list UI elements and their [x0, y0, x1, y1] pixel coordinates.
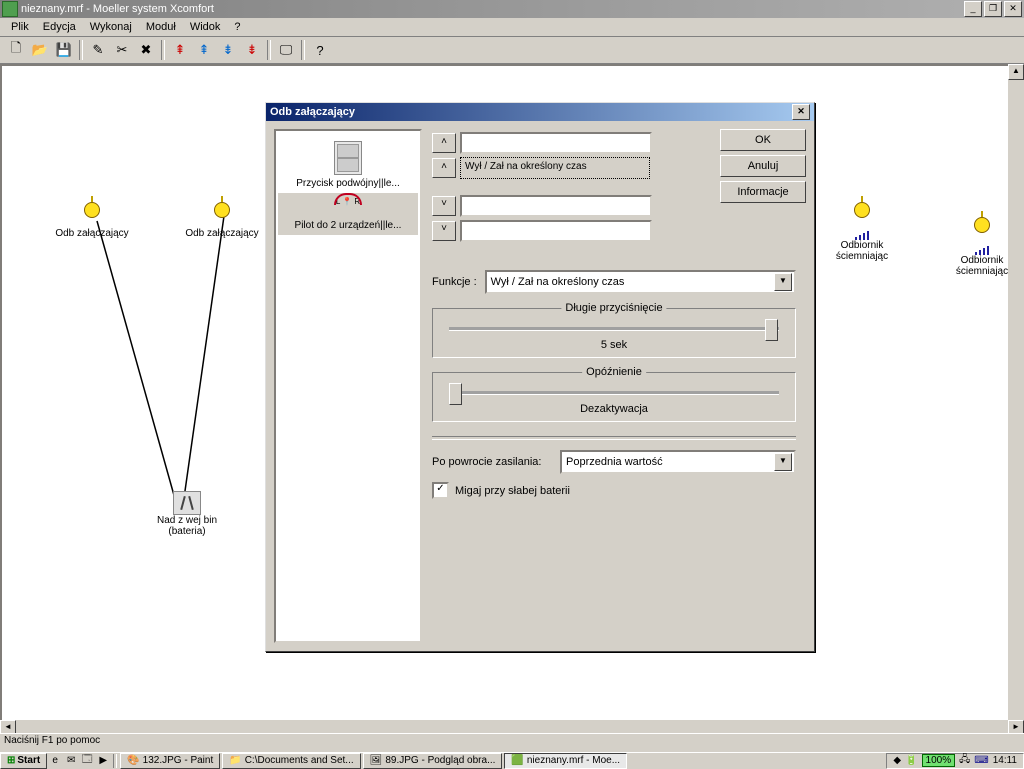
list-item-rocker-label: Przycisk podwójny||le...: [280, 178, 416, 189]
ql-mail-icon[interactable]: ✉: [64, 754, 78, 768]
ok-button[interactable]: OK: [720, 129, 806, 151]
vertical-scrollbar[interactable]: ▲ ▼: [1008, 64, 1024, 736]
delay-slider[interactable]: [449, 391, 779, 395]
device-odb2[interactable]: Odb załączający: [182, 196, 262, 239]
power-return-value: Poprzednia wartość: [566, 456, 663, 468]
menu-view[interactable]: Widok: [183, 19, 228, 35]
task-paint[interactable]: 🎨 132.JPG - Paint: [120, 753, 220, 769]
dialog-odb: Odb załączający ✕ Przycisk podwójny||le.…: [265, 102, 815, 652]
device-odb1[interactable]: Odb załączający: [52, 196, 132, 239]
system-tray: ◆ 🔋 100% 🖧 ⌨ 14:11: [886, 753, 1024, 769]
edit-icon[interactable]: ✎: [87, 39, 109, 61]
menubar: Plik Edycja Wykonaj Moduł Widok ?: [0, 18, 1024, 37]
taskbar: ⊞Start e ✉ 🗔 ▶ 🎨 132.JPG - Paint 📁 C:\Do…: [0, 752, 1024, 768]
device-dim1-label: Odbiornik ściemniając: [822, 240, 902, 262]
menu-module[interactable]: Moduł: [139, 19, 183, 35]
menu-execute[interactable]: Wykonaj: [83, 19, 139, 35]
task-xcomfort[interactable]: 🟩 nieznany.mrf - Moe...: [504, 753, 627, 769]
tray-icon[interactable]: 🔋: [905, 755, 917, 766]
help-icon[interactable]: ?: [309, 39, 331, 61]
power-return-label: Po powrocie zasilania:: [432, 456, 552, 468]
slot4-field[interactable]: [460, 220, 652, 242]
device-odb1-label: Odb załączający: [52, 228, 132, 239]
list-item-rocker[interactable]: Przycisk podwójny||le...: [278, 137, 418, 193]
rf-recv-icon[interactable]: ⇟: [241, 39, 263, 61]
ql-desktop-icon[interactable]: 🗔: [80, 754, 94, 768]
delay-value: Dezaktywacja: [445, 403, 783, 415]
tray-icon[interactable]: 🖧: [959, 752, 970, 769]
save-icon[interactable]: 💾: [53, 39, 75, 61]
cancel-button[interactable]: Anuluj: [720, 155, 806, 177]
slot4-down-icon[interactable]: ˅: [432, 221, 456, 241]
long-press-slider[interactable]: [449, 327, 779, 331]
rocker-icon: [334, 141, 362, 175]
slider-thumb[interactable]: [449, 383, 462, 405]
chevron-down-icon[interactable]: ▼: [774, 273, 792, 291]
scroll-up-icon[interactable]: ▲: [1008, 64, 1024, 80]
new-icon[interactable]: 🗋: [5, 39, 27, 61]
menu-file[interactable]: Plik: [4, 19, 36, 35]
status-text: Naciśnij F1 po pomoc: [4, 735, 100, 746]
slot3-field[interactable]: [460, 195, 652, 217]
close-button[interactable]: ✕: [1004, 1, 1022, 17]
chevron-down-icon[interactable]: ▼: [774, 453, 792, 471]
rf-send-icon[interactable]: ⇟: [217, 39, 239, 61]
device-nadz-label: Nad z wej bin (bateria): [147, 515, 227, 537]
functions-label: Funkcje :: [432, 276, 477, 288]
minimize-button[interactable]: _: [964, 1, 982, 17]
menu-edit[interactable]: Edycja: [36, 19, 83, 35]
menu-help[interactable]: ?: [227, 19, 247, 35]
open-icon[interactable]: 📂: [29, 39, 51, 61]
clock[interactable]: 14:11: [993, 755, 1017, 766]
device-dim1[interactable]: Odbiornik ściemniając: [822, 196, 902, 262]
dialog-close-button[interactable]: ✕: [792, 104, 810, 120]
slot1-field[interactable]: [460, 132, 652, 154]
functions-value: Wył / Zał na określony czas: [491, 276, 625, 288]
tray-icon[interactable]: ◆: [893, 755, 901, 766]
slot1-up-icon[interactable]: ˄: [432, 133, 456, 153]
monitor-icon[interactable]: 🖵: [275, 39, 297, 61]
toolbar: 🗋 📂 💾 ✎ ✂ ✖ ⇞ ⇞ ⇟ ⇟ 🖵 ?: [0, 37, 1024, 64]
list-item-remote[interactable]: L 📍 R Pilot do 2 urządzeń||le...: [278, 193, 418, 235]
statusbar: Naciśnij F1 po pomoc: [0, 733, 1024, 752]
device-odb2-label: Odb załączający: [182, 228, 262, 239]
group-long-label: Długie przyciśnięcie: [561, 302, 666, 314]
blink-checkbox[interactable]: ✓ Migaj przy słabej baterii: [432, 482, 796, 499]
window-title: nieznany.mrf - Moeller system Xcomfort: [21, 3, 214, 15]
rf-scan-icon[interactable]: ⇞: [169, 39, 191, 61]
maximize-button[interactable]: ❐: [984, 1, 1002, 17]
start-button[interactable]: ⊞Start: [0, 753, 47, 769]
tray-lang-icon[interactable]: ⌨: [974, 755, 988, 766]
device-nadz[interactable]: Nad z wej bin (bateria): [147, 491, 227, 537]
long-press-value: 5 sek: [445, 339, 783, 351]
group-delay-label: Opóźnienie: [582, 366, 646, 378]
slot2-up-icon[interactable]: ˄: [432, 158, 456, 178]
group-delay: Opóźnienie Dezaktywacja: [432, 372, 796, 422]
zoom-badge[interactable]: 100%: [922, 754, 956, 767]
ql-player-icon[interactable]: ▶: [96, 754, 110, 768]
slot3-down-icon[interactable]: ˅: [432, 196, 456, 216]
group-long-press: Długie przyciśnięcie 5 sek: [432, 308, 796, 358]
checkbox-icon: ✓: [432, 482, 449, 499]
dialog-titlebar: Odb załączający ✕: [266, 103, 814, 121]
info-button[interactable]: Informacje: [720, 181, 806, 203]
power-return-combo[interactable]: Poprzednia wartość ▼: [560, 450, 796, 474]
task-explorer[interactable]: 📁 C:\Documents and Set...: [222, 753, 360, 769]
slider-thumb[interactable]: [765, 319, 778, 341]
slot2-field[interactable]: Wył / Zał na określony czas: [460, 157, 650, 179]
main-titlebar: nieznany.mrf - Moeller system Xcomfort _…: [0, 0, 1024, 18]
cut-icon[interactable]: ✂: [111, 39, 133, 61]
app-icon: [2, 1, 18, 17]
delete-icon[interactable]: ✖: [135, 39, 157, 61]
remote-icon: L 📍 R: [333, 197, 363, 217]
ql-ie-icon[interactable]: e: [48, 754, 62, 768]
task-viewer[interactable]: 🖼 89.JPG - Podgląd obra...: [363, 753, 503, 769]
device-list[interactable]: Przycisk podwójny||le... L 📍 R Pilot do …: [274, 129, 422, 643]
blink-label: Migaj przy słabej baterii: [455, 485, 570, 497]
list-item-remote-label: Pilot do 2 urządzeń||le...: [280, 220, 416, 231]
dialog-title: Odb załączający: [270, 106, 355, 118]
functions-combo[interactable]: Wył / Zał na określony czas ▼: [485, 270, 796, 294]
rf-link-icon[interactable]: ⇞: [193, 39, 215, 61]
